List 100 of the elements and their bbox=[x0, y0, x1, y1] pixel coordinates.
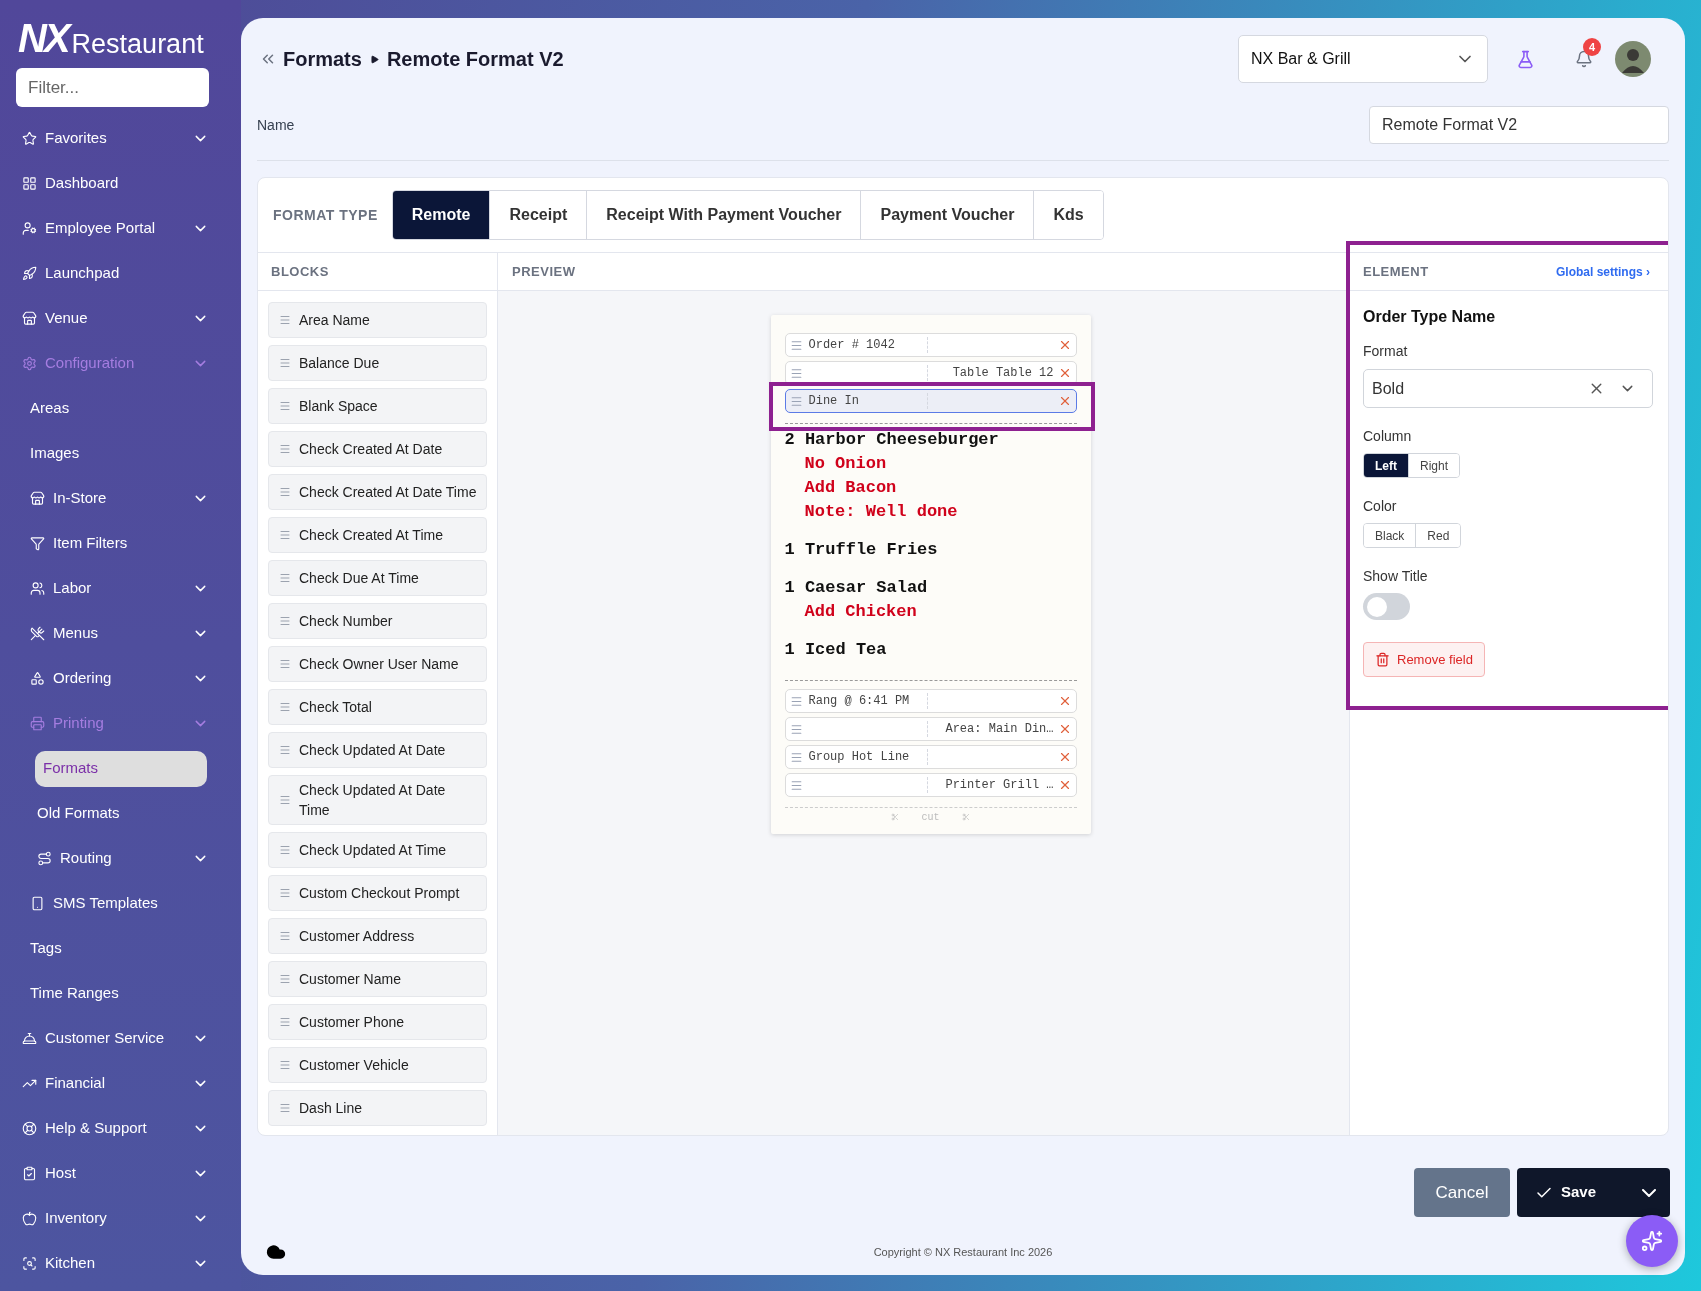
block-item[interactable]: Blank Space bbox=[268, 388, 487, 424]
drag-handle-icon bbox=[279, 357, 291, 369]
drag-handle-icon[interactable] bbox=[789, 750, 803, 764]
breadcrumb-link[interactable]: Formats bbox=[283, 44, 362, 74]
format-tab[interactable]: Remote bbox=[392, 191, 491, 239]
drag-handle-icon[interactable] bbox=[789, 722, 803, 736]
nav-icon bbox=[30, 626, 45, 641]
block-item[interactable]: Check Created At Time bbox=[268, 517, 487, 553]
blocks-heading: BLOCKS bbox=[271, 262, 329, 281]
receipt-field[interactable]: Area: Main Din… bbox=[784, 717, 1077, 741]
block-item[interactable]: Balance Due bbox=[268, 345, 487, 381]
block-item[interactable]: Check Total bbox=[268, 689, 487, 725]
assistant-button[interactable] bbox=[1626, 1215, 1678, 1267]
column-option[interactable]: Left bbox=[1364, 454, 1409, 477]
global-settings-link[interactable]: Global settings › bbox=[1556, 262, 1650, 281]
block-item[interactable]: Check Created At Date Time bbox=[268, 474, 487, 510]
sidebar-item[interactable]: Time Ranges bbox=[30, 982, 209, 1005]
field-left-text: Dine In bbox=[808, 394, 859, 408]
sidebar-item[interactable]: Images bbox=[30, 442, 209, 465]
drag-handle-icon[interactable] bbox=[789, 366, 803, 380]
drag-handle-icon[interactable] bbox=[789, 694, 803, 708]
drag-handle-icon bbox=[279, 1102, 291, 1114]
order-item-line: 1 Truffle Fries bbox=[784, 539, 939, 561]
remove-field-button[interactable]: Remove field bbox=[1363, 642, 1485, 677]
sidebar-item[interactable]: Ordering bbox=[30, 667, 209, 690]
drag-handle-icon bbox=[279, 486, 291, 498]
sidebar-item[interactable]: Host bbox=[22, 1162, 209, 1185]
sidebar-item[interactable]: Dashboard bbox=[22, 172, 209, 195]
block-item[interactable]: Customer Address bbox=[268, 918, 487, 954]
sidebar-item[interactable]: Venue bbox=[22, 307, 209, 330]
sidebar-item[interactable]: Formats bbox=[35, 750, 207, 787]
block-item[interactable]: Check Updated At Time bbox=[268, 832, 487, 868]
modifier-line: Add Chicken bbox=[803, 601, 918, 623]
drag-handle-icon[interactable] bbox=[789, 778, 803, 792]
show-title-toggle[interactable] bbox=[1363, 593, 1410, 620]
sidebar-item[interactable]: Launchpad bbox=[22, 262, 209, 285]
page-title: Remote Format V2 bbox=[386, 47, 564, 72]
venue-select[interactable]: NX Bar & Grill bbox=[1238, 35, 1488, 83]
block-item[interactable]: Dash Line bbox=[268, 1090, 487, 1126]
sidebar-item[interactable]: Item Filters bbox=[30, 532, 209, 555]
cut-label: cut bbox=[921, 810, 940, 825]
column-label: Column bbox=[1363, 427, 1413, 446]
sidebar-item[interactable]: Inventory bbox=[22, 1207, 209, 1230]
drag-handle-icon bbox=[279, 658, 291, 670]
nav-icon bbox=[30, 896, 45, 911]
block-item[interactable]: Customer Name bbox=[268, 961, 487, 997]
format-label: Format bbox=[1363, 342, 1409, 361]
cancel-button[interactable]: Cancel bbox=[1414, 1168, 1510, 1217]
sidebar-item[interactable]: Menus bbox=[30, 622, 209, 645]
filter-field[interactable]: Filter... bbox=[16, 68, 209, 107]
sidebar-item[interactable]: Old Formats bbox=[37, 802, 209, 825]
cloud-icon bbox=[266, 1242, 286, 1262]
block-item[interactable]: Check Due At Time bbox=[268, 560, 487, 596]
sidebar-item[interactable]: Areas bbox=[30, 397, 209, 420]
sidebar-item[interactable]: Employee Portal bbox=[22, 217, 209, 240]
name-field[interactable]: Remote Format V2 bbox=[1369, 106, 1669, 144]
block-item[interactable]: Check Updated At Date bbox=[268, 732, 487, 768]
sidebar-item[interactable]: Kitchen bbox=[22, 1252, 209, 1275]
avatar[interactable] bbox=[1615, 41, 1651, 77]
copyright-text: Copyright © NX Restaurant Inc 2026 bbox=[873, 1244, 1053, 1260]
block-item[interactable]: Check Owner User Name bbox=[268, 646, 487, 682]
receipt-field[interactable]: Printer Grill … bbox=[784, 773, 1077, 797]
format-select[interactable]: Bold bbox=[1363, 369, 1653, 408]
nav-icon bbox=[22, 1031, 37, 1046]
sidebar-item[interactable]: Customer Service bbox=[22, 1027, 209, 1050]
block-item[interactable]: Customer Vehicle bbox=[268, 1047, 487, 1083]
receipt-field[interactable]: Table Table 12 bbox=[784, 361, 1077, 385]
receipt-field[interactable]: Order # 1042 bbox=[784, 333, 1077, 357]
block-item[interactable]: Check Number bbox=[268, 603, 487, 639]
color-option[interactable]: Black bbox=[1364, 524, 1417, 547]
nav-icon bbox=[22, 1166, 37, 1181]
modifier-line: Note: Well done bbox=[803, 501, 959, 523]
sidebar-item[interactable]: Financial bbox=[22, 1072, 209, 1095]
flask-icon[interactable] bbox=[1516, 49, 1535, 69]
receipt-field[interactable]: Rang @ 6:41 PM bbox=[784, 689, 1077, 713]
drag-handle-icon bbox=[279, 844, 291, 856]
drag-handle-icon bbox=[279, 400, 291, 412]
block-item[interactable]: Check Created At Date bbox=[268, 431, 487, 467]
receipt-field[interactable]: Group Hot Line bbox=[784, 745, 1077, 769]
sidebar-item[interactable]: Labor bbox=[30, 577, 209, 600]
sidebar-item[interactable]: SMS Templates bbox=[30, 892, 209, 915]
block-item[interactable]: Area Name bbox=[268, 302, 487, 338]
block-item[interactable]: Check Updated At Date Time bbox=[268, 775, 487, 825]
drag-handle-icon[interactable] bbox=[789, 394, 803, 408]
block-item[interactable]: Custom Checkout Prompt bbox=[268, 875, 487, 911]
sidebar-item[interactable]: In-Store bbox=[30, 487, 209, 510]
sidebar-item[interactable]: Tags bbox=[30, 937, 209, 960]
drag-handle-icon bbox=[279, 887, 291, 899]
field-left-text: Rang @ 6:41 PM bbox=[808, 694, 910, 708]
sidebar-item[interactable]: Favorites bbox=[22, 127, 209, 150]
drag-handle-icon bbox=[279, 443, 291, 455]
block-item[interactable]: Customer Phone bbox=[268, 1004, 487, 1040]
nav-icon bbox=[37, 851, 52, 866]
notification-icon[interactable] bbox=[1575, 50, 1593, 68]
drag-handle-icon[interactable] bbox=[789, 338, 803, 352]
sidebar-item[interactable]: Routing bbox=[37, 847, 209, 870]
sidebar-item[interactable]: Help & Support bbox=[22, 1117, 209, 1140]
save-button[interactable]: Save bbox=[1517, 1168, 1670, 1217]
name-label: Name bbox=[257, 115, 296, 135]
receipt-field[interactable]: Dine In bbox=[784, 389, 1077, 413]
